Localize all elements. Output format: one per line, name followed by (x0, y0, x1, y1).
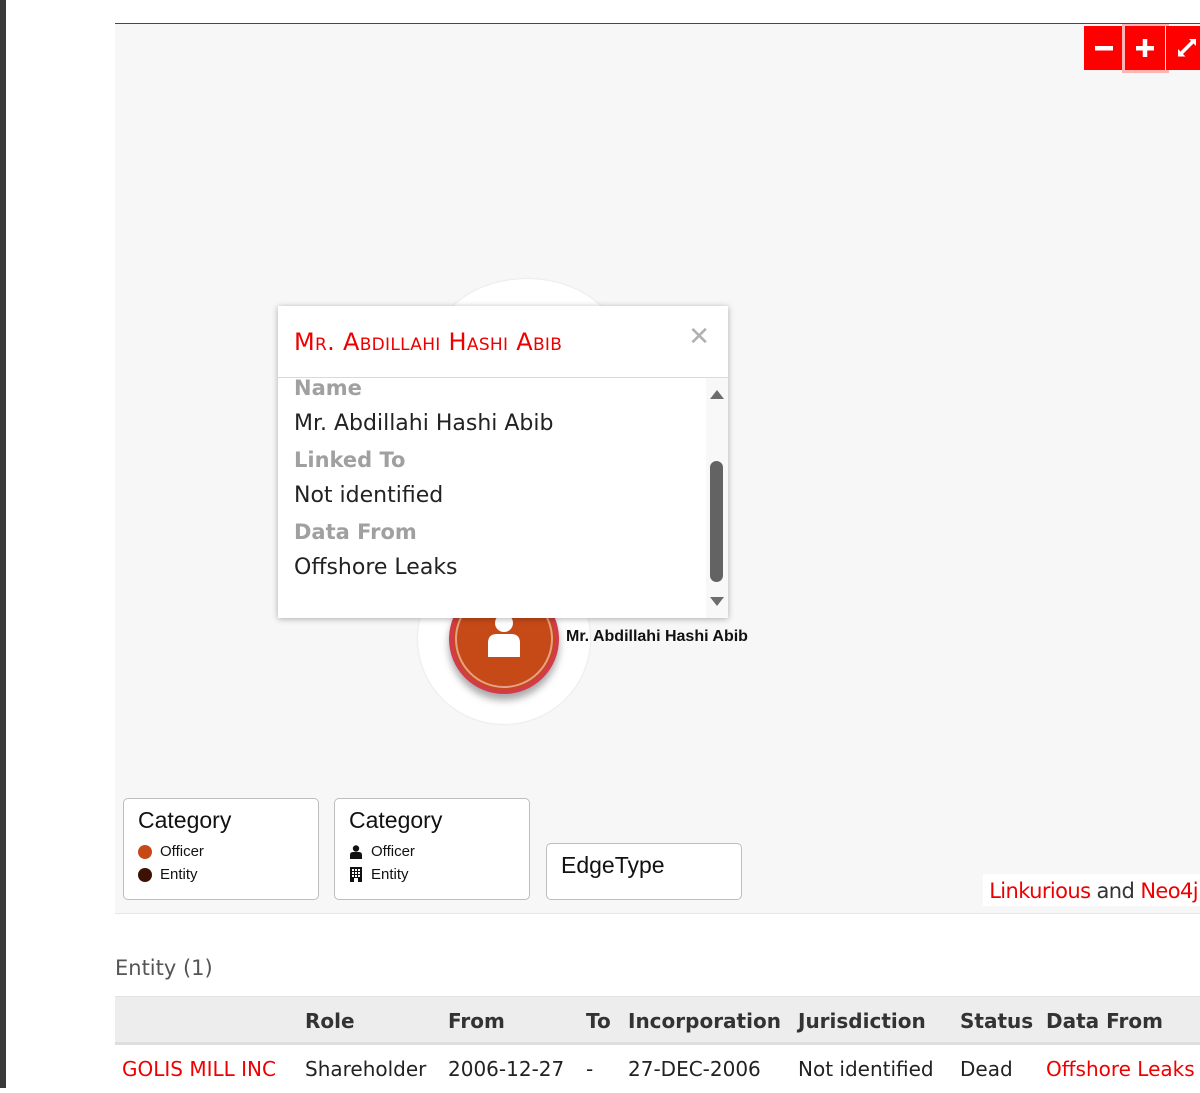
credits-and: and (1090, 879, 1141, 903)
credits: Linkurious and Neo4j (983, 874, 1200, 906)
node-label: Mr. Abdillahi Hashi Abib (566, 628, 748, 645)
cell-jurisdiction: Not identified (798, 1057, 934, 1081)
column-header-jurisdiction: Jurisdiction (798, 1009, 926, 1033)
legend-item-entity: Entity (124, 863, 318, 886)
column-header-role: Role (305, 1009, 355, 1033)
column-header-status: Status (960, 1009, 1034, 1033)
legend-item-label: Entity (371, 866, 409, 883)
neo4j-link[interactable]: Neo4j (1140, 879, 1198, 903)
plus-icon (1136, 39, 1154, 57)
zoom-in-button[interactable] (1122, 24, 1169, 73)
column-header-data-from: Data From (1046, 1009, 1163, 1033)
scroll-thumb[interactable] (710, 461, 723, 582)
entity-table: Role From To Incorporation Jurisdiction … (115, 996, 1200, 1093)
legend-category-icon: Category Officer Entity (334, 798, 530, 900)
entity-section-title: Entity (1) (115, 956, 213, 980)
legend-item-label: Officer (160, 843, 204, 860)
column-header-from: From (448, 1009, 505, 1033)
user-icon (349, 844, 363, 859)
zoom-out-button[interactable] (1084, 26, 1125, 70)
legend-item-entity: Entity (335, 863, 529, 886)
table-header: Role From To Incorporation Jurisdiction … (115, 996, 1200, 1045)
entity-name-link[interactable]: GOLIS MILL INC (122, 1057, 276, 1081)
legend-item-label: Entity (160, 866, 198, 883)
field-value-linked-to: Not identified (294, 483, 444, 508)
data-from-link[interactable]: Offshore Leaks (1046, 1057, 1195, 1081)
popup-header: Mr. Abdillahi Hashi Abib ✕ (278, 306, 728, 378)
popup-title: Mr. Abdillahi Hashi Abib (294, 328, 563, 356)
scroll-down-arrow-icon[interactable] (710, 597, 724, 606)
cell-to: - (586, 1057, 594, 1081)
cell-from: 2006-12-27 (448, 1057, 565, 1081)
field-value-data-from: Offshore Leaks (294, 555, 458, 580)
legend-title: Category (349, 807, 443, 833)
field-label-name: Name (294, 378, 362, 400)
building-icon (349, 867, 363, 882)
legend-category-color: Category Officer Entity (123, 798, 319, 900)
popup-scrollbar[interactable] (706, 378, 728, 618)
close-icon[interactable]: ✕ (688, 324, 710, 350)
legend-item-label: Officer (371, 843, 415, 860)
popup-fields: Name Mr. Abdillahi Hashi Abib Linked To … (294, 378, 704, 586)
legend-item-officer: Officer (124, 840, 318, 863)
column-header-incorporation: Incorporation (628, 1009, 781, 1033)
expand-icon (1178, 39, 1196, 57)
legend-edge-type: EdgeType (546, 843, 742, 900)
node-details-popup: Mr. Abdillahi Hashi Abib ✕ Name Mr. Abdi… (278, 306, 728, 618)
window-edge (0, 0, 6, 1088)
field-label-data-from: Data From (294, 520, 417, 544)
zoom-controls (1084, 24, 1200, 73)
table-row: GOLIS MILL INC Shareholder 2006-12-27 - … (115, 1045, 1200, 1093)
legend-title: EdgeType (561, 852, 665, 878)
field-label-linked-to: Linked To (294, 448, 406, 472)
popup-body: Name Mr. Abdillahi Hashi Abib Linked To … (278, 378, 728, 618)
field-value-name: Mr. Abdillahi Hashi Abib (294, 411, 554, 436)
user-icon (488, 614, 520, 657)
linkurious-link[interactable]: Linkurious (989, 879, 1091, 903)
officer-color-dot (138, 844, 152, 859)
minus-icon (1095, 46, 1113, 51)
legend-title: Category (138, 807, 232, 833)
fullscreen-button[interactable] (1166, 26, 1200, 70)
cell-status: Dead (960, 1057, 1013, 1081)
cell-role: Shareholder (305, 1057, 427, 1081)
scroll-up-arrow-icon[interactable] (710, 390, 724, 399)
entity-color-dot (138, 867, 152, 882)
column-header-to: To (586, 1009, 611, 1033)
cell-incorporation: 27-DEC-2006 (628, 1057, 761, 1081)
legend-item-officer: Officer (335, 840, 529, 863)
